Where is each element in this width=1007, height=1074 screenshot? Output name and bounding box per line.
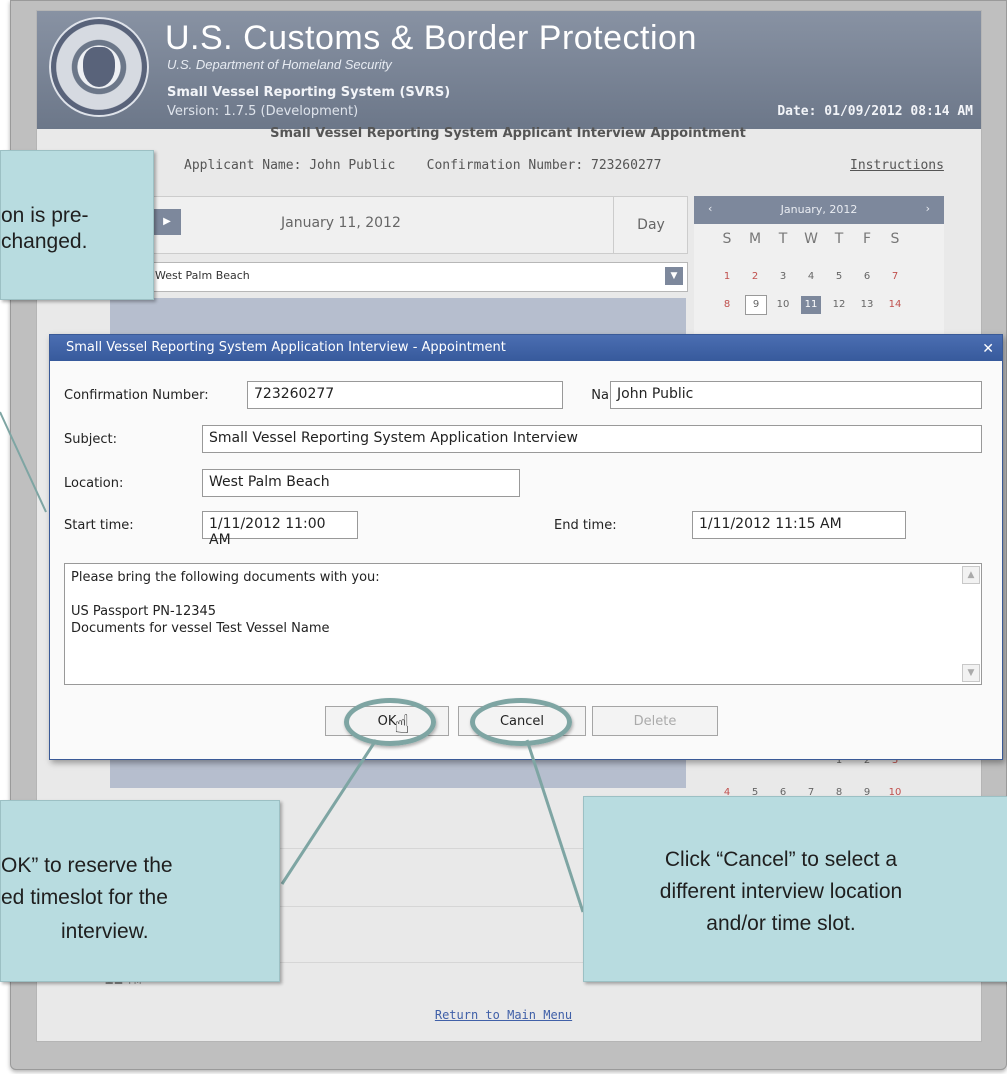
callout-location: on is pre- changed. — [0, 150, 154, 300]
callout-text: Click “Cancel” to select a — [664, 848, 898, 871]
callout-text: ed timeslot for the — [1, 886, 168, 909]
callout-ok: OK” to reserve the ed timeslot for the i… — [0, 800, 280, 982]
callout-text: OK” to reserve the — [1, 854, 173, 877]
callout-text: different interview location — [659, 880, 903, 903]
callout-text: on is pre- — [1, 204, 89, 227]
callout-text: interview. — [61, 920, 149, 943]
callout-text: changed. — [1, 230, 88, 253]
callout-cancel: Click “Cancel” to select a different int… — [583, 796, 1007, 982]
callout-text: and/or time slot. — [706, 912, 856, 935]
